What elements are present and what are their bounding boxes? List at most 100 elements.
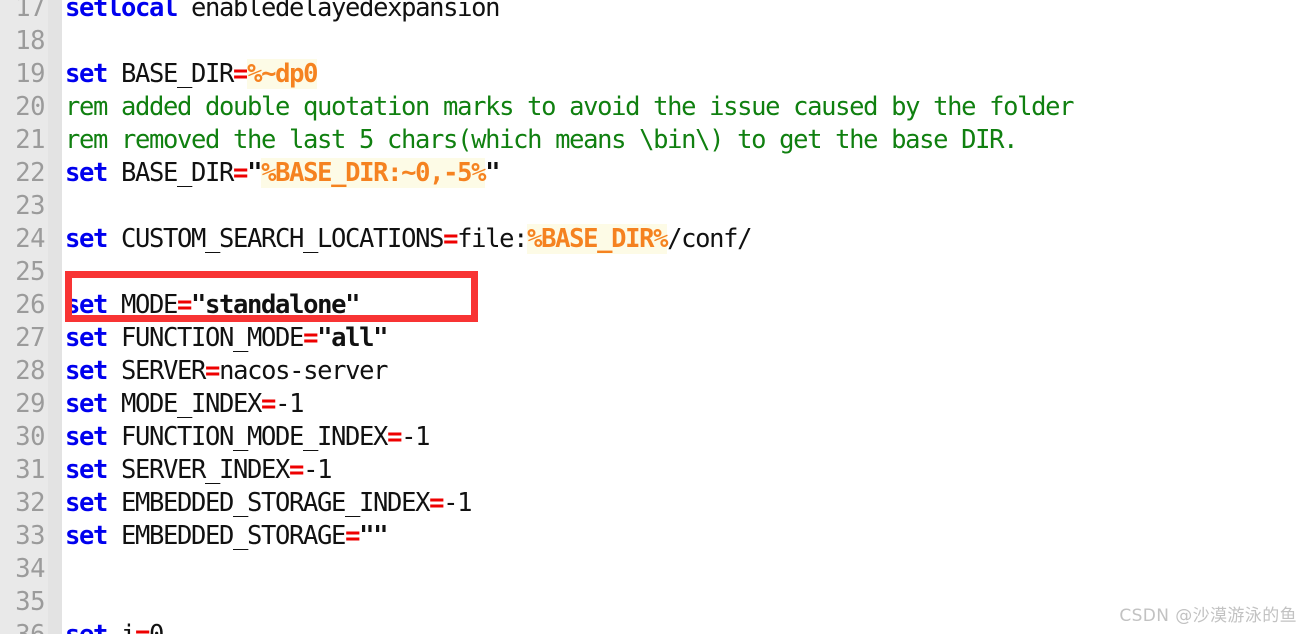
code-text[interactable]: set EMBEDDED_STORAGE_INDEX=-1: [65, 487, 472, 520]
token-plain: 0: [149, 620, 164, 634]
code-line[interactable]: 19 set BASE_DIR=%~dp0: [0, 58, 1309, 91]
code-line[interactable]: 22 set BASE_DIR="%BASE_DIR:~0,-5%": [0, 157, 1309, 190]
code-line[interactable]: 35: [0, 586, 1309, 619]
line-number: 26: [15, 290, 45, 320]
line-number: 17: [15, 0, 45, 23]
code-line[interactable]: 18: [0, 25, 1309, 58]
line-number: 36: [0, 619, 45, 634]
code-text[interactable]: set FUNCTION_MODE_INDEX=-1: [65, 421, 430, 454]
token-str: "standalone": [191, 290, 360, 320]
token-op: =: [387, 422, 402, 452]
token-op: =: [443, 224, 458, 254]
token-plain: SERVER_INDEX: [107, 455, 290, 485]
line-number: 23: [15, 191, 45, 221]
line-number: 31: [15, 455, 45, 485]
code-line[interactable]: 31 set SERVER_INDEX=-1: [0, 454, 1309, 487]
token-comment: rem removed the last 5 chars(which means…: [65, 125, 1019, 155]
token-kw: set: [65, 620, 108, 634]
token-plain: SERVER: [107, 356, 206, 386]
token-op: =: [429, 488, 444, 518]
token-plain: enabledelayedexpansion: [177, 0, 500, 23]
token-plain: MODE_INDEX: [107, 389, 262, 419]
code-line[interactable]: 27 set FUNCTION_MODE="all": [0, 322, 1309, 355]
token-op: =: [177, 290, 192, 320]
code-line[interactable]: 23: [0, 190, 1309, 223]
token-op: =: [205, 356, 220, 386]
token-plain: EMBEDDED_STORAGE_INDEX: [107, 488, 430, 518]
token-kw: set: [65, 422, 108, 452]
token-plain: FUNCTION_MODE: [107, 323, 304, 353]
token-plain: i: [107, 620, 136, 634]
token-plain: FUNCTION_MODE_INDEX: [107, 422, 388, 452]
code-text[interactable]: set MODE_INDEX=-1: [65, 388, 304, 421]
line-number: 24: [15, 224, 45, 254]
code-line[interactable]: 30 set FUNCTION_MODE_INDEX=-1: [0, 421, 1309, 454]
code-text[interactable]: set EMBEDDED_STORAGE="": [65, 520, 388, 553]
line-number: 18: [15, 26, 45, 56]
code-line[interactable]: 24 set CUSTOM_SEARCH_LOCATIONS=file:%BASE…: [0, 223, 1309, 256]
code-line[interactable]: 20 rem added double quotation marks to av…: [0, 91, 1309, 124]
token-str: "": [359, 521, 388, 551]
code-text[interactable]: setlocal enabledelayedexpansion: [65, 0, 500, 25]
code-text[interactable]: set SERVER=nacos-server: [65, 355, 388, 388]
code-text[interactable]: set BASE_DIR="%BASE_DIR:~0,-5%": [65, 157, 500, 190]
token-kw: setlocal: [65, 0, 178, 23]
code-line[interactable]: 33 set EMBEDDED_STORAGE="": [0, 520, 1309, 553]
token-var: %BASE_DIR:~0,-5%: [261, 158, 486, 188]
token-plain: -1: [275, 389, 304, 419]
token-plain: file:: [457, 224, 528, 254]
line-number: 33: [15, 521, 45, 551]
token-plain: -1: [303, 455, 332, 485]
line-number: 27: [15, 323, 45, 353]
token-kw: set: [65, 356, 108, 386]
token-op: =: [345, 521, 360, 551]
code-line[interactable]: 25: [0, 256, 1309, 289]
code-text[interactable]: rem removed the last 5 chars(which means…: [65, 124, 1019, 157]
line-number: 25: [15, 257, 45, 287]
line-number: 28: [15, 356, 45, 386]
token-kw: set: [65, 488, 108, 518]
line-number: 20: [15, 92, 45, 122]
code-line[interactable]: 29 set MODE_INDEX=-1: [0, 388, 1309, 421]
token-op: =: [261, 389, 276, 419]
token-op: =: [135, 620, 150, 634]
token-plain: -1: [443, 488, 472, 518]
code-line[interactable]: 17 setlocal enabledelayedexpansion: [0, 0, 1309, 25]
line-number: 21: [15, 125, 45, 155]
token-var: %~dp0: [247, 59, 318, 89]
code-line[interactable]: 21 rem removed the last 5 chars(which mea…: [0, 124, 1309, 157]
token-plain: BASE_DIR: [107, 59, 234, 89]
token-kw: set: [65, 389, 108, 419]
code-text[interactable]: set i=0: [65, 619, 164, 634]
code-text[interactable]: set MODE="standalone": [65, 289, 360, 322]
token-op: =: [289, 455, 304, 485]
token-str: "all": [317, 323, 388, 353]
token-kw: set: [65, 455, 108, 485]
token-plain: /conf/: [667, 224, 752, 254]
code-text[interactable]: set FUNCTION_MODE="all": [65, 322, 388, 355]
token-plain: BASE_DIR: [107, 158, 234, 188]
line-number: 30: [15, 422, 45, 452]
token-plain: EMBEDDED_STORAGE: [107, 521, 346, 551]
token-var: %BASE_DIR%: [527, 224, 668, 254]
code-text[interactable]: rem added double quotation marks to avoi…: [65, 91, 1087, 124]
code-text[interactable]: set SERVER_INDEX=-1: [65, 454, 332, 487]
code-text[interactable]: set CUSTOM_SEARCH_LOCATIONS=file:%BASE_D…: [65, 223, 753, 256]
code-line[interactable]: 26 set MODE="standalone": [0, 289, 1309, 322]
code-editor: 17 setlocal enabledelayedexpansion 18 19 set…: [0, 0, 1309, 634]
line-number: 34: [15, 554, 45, 584]
code-line[interactable]: 28 set SERVER=nacos-server: [0, 355, 1309, 388]
code-line[interactable]: 32 set EMBEDDED_STORAGE_INDEX=-1: [0, 487, 1309, 520]
line-number: 22: [15, 158, 45, 188]
token-plain: CUSTOM_SEARCH_LOCATIONS: [107, 224, 444, 254]
code-content-area[interactable]: 17 setlocal enabledelayedexpansion 18 19 set…: [0, 0, 1309, 634]
line-number: 35: [15, 587, 45, 617]
code-line[interactable]: 36 set i=0: [0, 619, 1309, 634]
token-kw: set: [65, 290, 108, 320]
token-op: =: [233, 158, 248, 188]
token-op: =: [303, 323, 318, 353]
csdn-watermark: CSDN @沙漠游泳的鱼: [1119, 606, 1297, 626]
code-line[interactable]: 34: [0, 553, 1309, 586]
code-text[interactable]: set BASE_DIR=%~dp0: [65, 58, 318, 91]
token-str: ": [485, 158, 500, 188]
